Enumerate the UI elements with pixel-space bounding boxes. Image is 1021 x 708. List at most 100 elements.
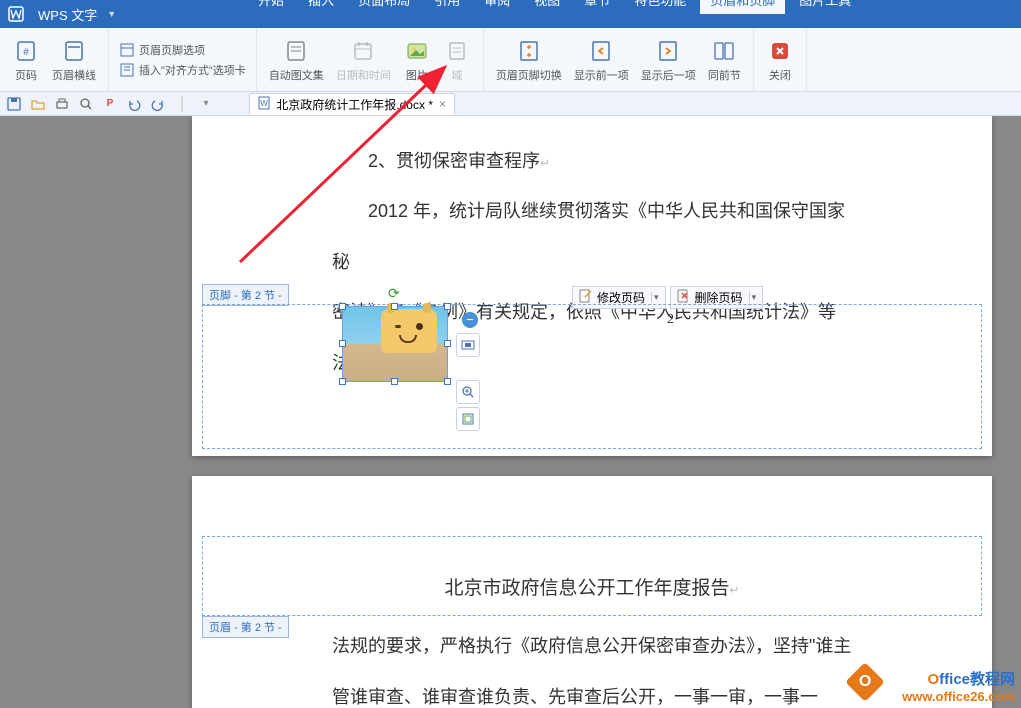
qa-preview-icon[interactable] bbox=[78, 96, 94, 112]
return-icon: ↵ bbox=[540, 156, 550, 170]
main-tabs: 开始 插入 页面布局 引用 审阅 视图 章节 特色功能 页眉和页脚 图片工具 bbox=[238, 0, 861, 14]
quick-access-bar: P | ▾ W 北京政府统计工作年报.docx * × bbox=[0, 92, 1021, 116]
resize-handle[interactable] bbox=[391, 303, 398, 310]
resize-handle[interactable] bbox=[391, 378, 398, 385]
para-1: 2、贯彻保密审查程序 bbox=[368, 151, 540, 171]
field-icon bbox=[443, 37, 471, 65]
resize-handle[interactable] bbox=[339, 340, 346, 347]
field-button[interactable]: 域 bbox=[437, 35, 477, 85]
next-icon bbox=[654, 37, 682, 65]
page-1[interactable]: 2、贯彻保密审查程序↵ 2012 年，统计局队继续贯彻落实《中华人民共和国保守国… bbox=[192, 116, 992, 456]
show-prev-button[interactable]: 显示前一项 bbox=[568, 35, 635, 85]
picture-label: 图片 bbox=[406, 67, 428, 83]
field-label: 域 bbox=[451, 67, 462, 83]
autotext-icon bbox=[282, 37, 310, 65]
qa-redo-icon[interactable] bbox=[150, 96, 166, 112]
qa-open-icon[interactable] bbox=[30, 96, 46, 112]
qa-print-icon[interactable] bbox=[54, 96, 70, 112]
qa-save-icon[interactable] bbox=[6, 96, 22, 112]
wm-url: www.office26.com bbox=[902, 689, 1015, 704]
picture-icon bbox=[403, 37, 431, 65]
header-zone[interactable] bbox=[202, 536, 982, 616]
tab-review[interactable]: 审阅 bbox=[474, 0, 520, 14]
wm-brand-rest: ffice教程网 bbox=[939, 671, 1015, 688]
footer-zone[interactable] bbox=[202, 304, 982, 449]
svg-text:#: # bbox=[23, 47, 29, 58]
prev-icon bbox=[587, 37, 615, 65]
para-5: 管谁审查、谁审查谁负责、先审查后公开，一事一审，一事一办"的 bbox=[332, 672, 852, 708]
header-line-button[interactable]: 页眉横线 bbox=[46, 35, 102, 85]
resize-handle[interactable] bbox=[339, 303, 346, 310]
svg-text:W: W bbox=[261, 99, 269, 108]
ribbon: # 页码 页眉横线 页眉页脚选项 插入"对齐方式"选项卡 自动图文集 日期和时间… bbox=[0, 28, 1021, 92]
tab-insert[interactable]: 插入 bbox=[298, 0, 344, 14]
same-prev-button[interactable]: 同前节 bbox=[702, 35, 747, 85]
resize-handle[interactable] bbox=[444, 303, 451, 310]
wm-brand-o: O bbox=[927, 671, 939, 688]
same-prev-icon bbox=[710, 37, 738, 65]
show-next-button[interactable]: 显示后一项 bbox=[635, 35, 702, 85]
footer-section-tag: 页脚 - 第 2 节 - bbox=[202, 284, 289, 306]
page-number-button[interactable]: # 页码 bbox=[6, 35, 46, 85]
chevron-down-icon: ▾ bbox=[651, 292, 659, 303]
resize-handle[interactable] bbox=[339, 378, 346, 385]
app-title: WPS 文字 bbox=[32, 5, 103, 24]
page-number-icon: # bbox=[12, 37, 40, 65]
datetime-label: 日期和时间 bbox=[336, 67, 391, 83]
autotext-label: 自动图文集 bbox=[269, 67, 324, 83]
qa-more-icon[interactable]: ▾ bbox=[198, 96, 214, 112]
hf-switch-icon bbox=[515, 37, 543, 65]
hf-options-icon bbox=[119, 42, 135, 58]
resize-handle[interactable] bbox=[444, 378, 451, 385]
inserted-image[interactable]: ⟳ bbox=[342, 306, 448, 382]
qa-pdf-icon[interactable]: P bbox=[102, 96, 118, 112]
tab-header-footer[interactable]: 页眉和页脚 bbox=[700, 0, 785, 14]
zoom-tool-icon[interactable] bbox=[456, 380, 480, 404]
doc-close-icon[interactable]: × bbox=[439, 97, 446, 111]
page-number-display: 2 bbox=[667, 312, 674, 328]
tab-picture-tools[interactable]: 图片工具 bbox=[789, 0, 861, 14]
calendar-icon bbox=[349, 37, 377, 65]
layout-tool-icon[interactable] bbox=[456, 333, 480, 357]
hf-switch-label: 页眉页脚切换 bbox=[496, 67, 562, 83]
hf-switch-button[interactable]: 页眉页脚切换 bbox=[490, 35, 568, 85]
crop-tool-icon[interactable] bbox=[456, 407, 480, 431]
giraffe-picture bbox=[343, 307, 447, 381]
title-dropdown-icon[interactable]: ▼ bbox=[103, 9, 120, 19]
picture-button[interactable]: 图片 bbox=[397, 35, 437, 85]
insert-align-button[interactable]: 插入"对齐方式"选项卡 bbox=[115, 60, 250, 80]
show-prev-label: 显示前一项 bbox=[574, 67, 629, 83]
tab-references[interactable]: 引用 bbox=[424, 0, 470, 14]
doc-icon: W bbox=[258, 96, 270, 113]
tab-home[interactable]: 开始 bbox=[248, 0, 294, 14]
close-label: 关闭 bbox=[769, 67, 791, 83]
close-hf-button[interactable]: 关闭 bbox=[760, 35, 800, 85]
hf-options-label: 页眉页脚选项 bbox=[139, 42, 205, 58]
doc-name: 北京政府统计工作年报.docx * bbox=[276, 96, 433, 113]
image-side-tools: − bbox=[456, 312, 480, 431]
tab-page-layout[interactable]: 页面布局 bbox=[348, 0, 420, 14]
tab-view[interactable]: 视图 bbox=[524, 0, 570, 14]
insert-align-label: 插入"对齐方式"选项卡 bbox=[139, 62, 246, 78]
document-area: 2、贯彻保密审查程序↵ 2012 年，统计局队继续贯彻落实《中华人民共和国保守国… bbox=[0, 116, 1021, 708]
close-icon bbox=[766, 37, 794, 65]
app-logo-icon bbox=[4, 2, 28, 26]
header-section-tag: 页眉 - 第 2 节 - bbox=[202, 616, 289, 638]
header-line-label: 页眉横线 bbox=[52, 67, 96, 83]
resize-handle[interactable] bbox=[444, 340, 451, 347]
collapse-tool-icon[interactable]: − bbox=[462, 312, 478, 328]
hf-options-button[interactable]: 页眉页脚选项 bbox=[115, 40, 250, 60]
para-2: 2012 年，统计局队继续贯彻落实《中华人民共和国保守国家秘 bbox=[332, 186, 852, 287]
rotate-handle-icon[interactable]: ⟳ bbox=[388, 285, 402, 299]
qa-divider: | bbox=[174, 96, 190, 112]
title-bar: WPS 文字 ▼ 开始 插入 页面布局 引用 审阅 视图 章节 特色功能 页眉和… bbox=[0, 0, 1021, 28]
qa-undo-icon[interactable] bbox=[126, 96, 142, 112]
header-line-icon bbox=[60, 37, 88, 65]
document-tab[interactable]: W 北京政府统计工作年报.docx * × bbox=[249, 93, 455, 115]
para-4: 法规的要求，严格执行《政府信息公开保密审查办法》，坚持"谁主 bbox=[332, 621, 852, 671]
tab-special[interactable]: 特色功能 bbox=[624, 0, 696, 14]
autotext-button[interactable]: 自动图文集 bbox=[263, 35, 330, 85]
datetime-button[interactable]: 日期和时间 bbox=[330, 35, 397, 85]
tab-sections[interactable]: 章节 bbox=[574, 0, 620, 14]
same-prev-label: 同前节 bbox=[708, 67, 741, 83]
